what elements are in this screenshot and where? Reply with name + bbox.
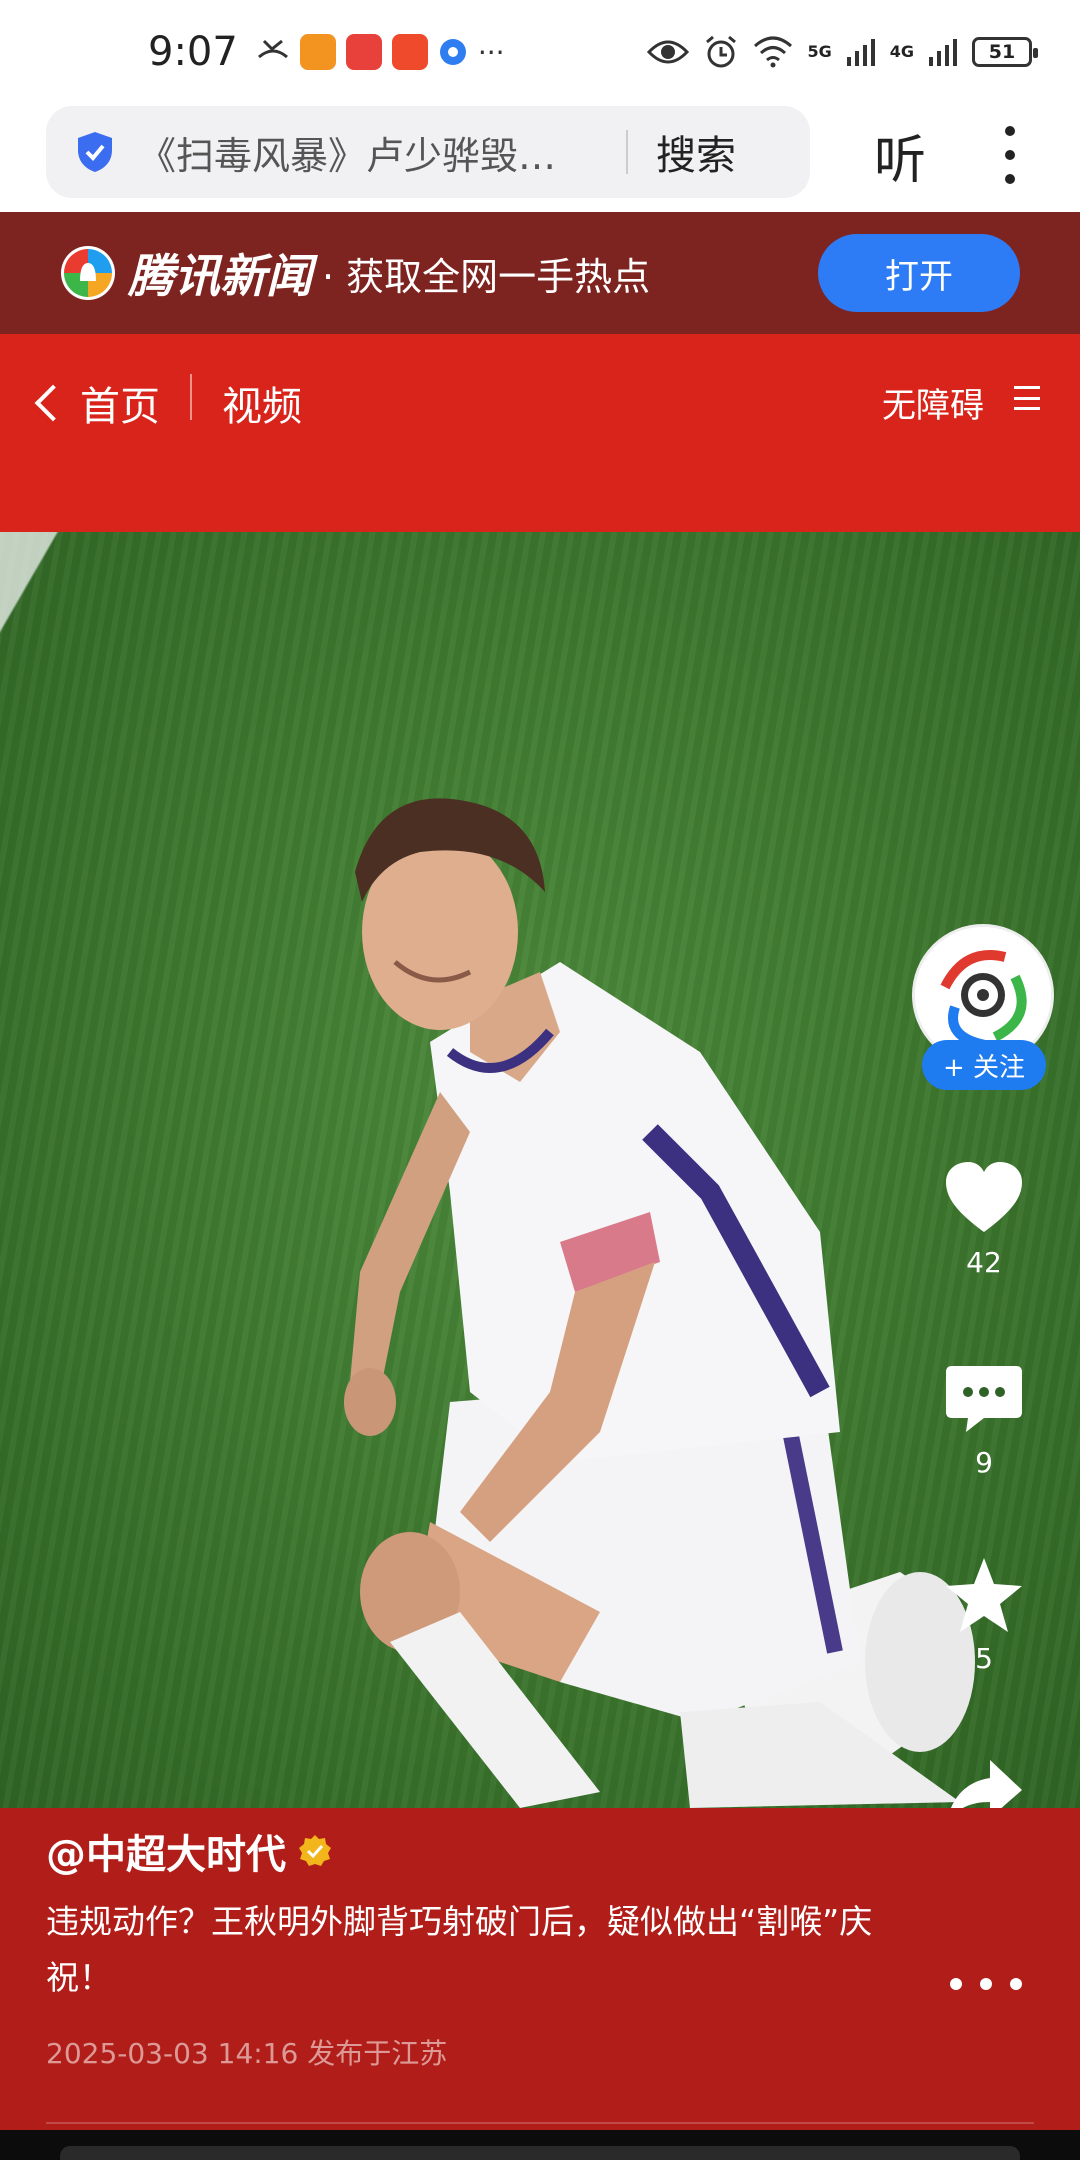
heart-icon (946, 1162, 1022, 1232)
more-notifications-icon: ··· (477, 35, 505, 69)
status-time: 9:07 (148, 29, 238, 75)
listen-button[interactable]: 听 (874, 118, 926, 193)
brand-name: 腾讯新闻 (128, 249, 312, 303)
verified-badge-icon (299, 1835, 331, 1866)
address-bar[interactable]: 《扫毒风暴》卢少骅毁… 搜索 (46, 106, 810, 198)
video-frame-football-player (344, 798, 975, 1808)
follow-button[interactable]: + 关注 (922, 1040, 1046, 1090)
alarm-icon (706, 35, 737, 68)
favorite-button[interactable]: 5 (934, 1556, 1034, 1675)
chevron-left-icon (34, 384, 72, 422)
comment-icon (946, 1366, 1022, 1432)
bottom-sheet-handle (60, 2146, 1020, 2160)
status-left-icons: ··· (256, 34, 505, 70)
favorite-count: 5 (975, 1642, 993, 1675)
home-label: 首页 (80, 384, 160, 430)
star-icon (946, 1558, 1022, 1632)
section-title: 视频 (222, 384, 302, 430)
app-notification-icon (299, 34, 336, 70)
battery-icon: 51 (972, 37, 1038, 67)
like-count: 42 (966, 1246, 1002, 1279)
divider (46, 2122, 1034, 2124)
author-name-link[interactable]: @中超大时代 (46, 1822, 332, 1880)
huawei-store-icon (345, 34, 382, 70)
signal-4g-label: 4G (889, 42, 914, 61)
accessibility-button[interactable]: 无障碍 (882, 378, 984, 427)
more-options-icon[interactable] (1004, 126, 1016, 184)
like-button[interactable]: 42 (934, 1160, 1034, 1279)
address-divider (626, 130, 628, 174)
more-horizontal-icon[interactable] (950, 1978, 1022, 1990)
back-home-link[interactable]: 首页 (34, 374, 160, 432)
search-button[interactable]: 搜索 (656, 123, 736, 181)
page-nav: 首页 视频 无障碍 (0, 334, 1080, 532)
shopping-618-icon (391, 34, 428, 70)
missed-call-icon (257, 39, 288, 59)
author-name: @中超大时代 (46, 1832, 286, 1878)
comment-count: 9 (975, 1446, 993, 1479)
tencent-news-logo-icon (61, 246, 115, 300)
signal-bars-icon (929, 39, 957, 66)
post-caption: @中超大时代 违规动作？王秋明外脚背巧射破门后，疑似做出“割喉”庆祝！ 2025… (0, 1808, 1080, 2130)
browser-app-icon (439, 39, 466, 65)
menu-icon[interactable] (1014, 386, 1040, 410)
eye-comfort-icon (647, 40, 690, 64)
nav-divider (190, 374, 192, 420)
shield-icon (78, 132, 112, 172)
app-download-banner: 腾讯新闻 · 获取全网一手热点 打开 (0, 212, 1080, 334)
browser-toolbar: 《扫毒风暴》卢少骅毁… 搜索 听 (0, 104, 1080, 212)
banner-slogan: · 获取全网一手热点 (322, 254, 651, 299)
address-text[interactable]: 《扫毒风暴》卢少骅毁… (138, 125, 608, 180)
open-app-button[interactable]: 打开 (818, 234, 1020, 312)
video-player[interactable] (0, 532, 1080, 1808)
comment-button[interactable]: 9 (934, 1360, 1034, 1479)
status-right-icons: 5G 4G 51 (647, 34, 1038, 70)
post-meta: 2025-03-03 14:16 发布于江苏 (46, 2037, 448, 2070)
status-bar: 9:07 ··· 5G 4G 51 (0, 0, 1080, 104)
signal-5g-label: 5G (807, 42, 832, 61)
post-description: 违规动作？王秋明外脚背巧射破门后，疑似做出“割喉”庆祝！ (46, 1902, 873, 1997)
signal-bars-icon (846, 39, 875, 66)
bottom-bar (0, 2130, 1080, 2160)
wifi-icon (754, 36, 793, 68)
